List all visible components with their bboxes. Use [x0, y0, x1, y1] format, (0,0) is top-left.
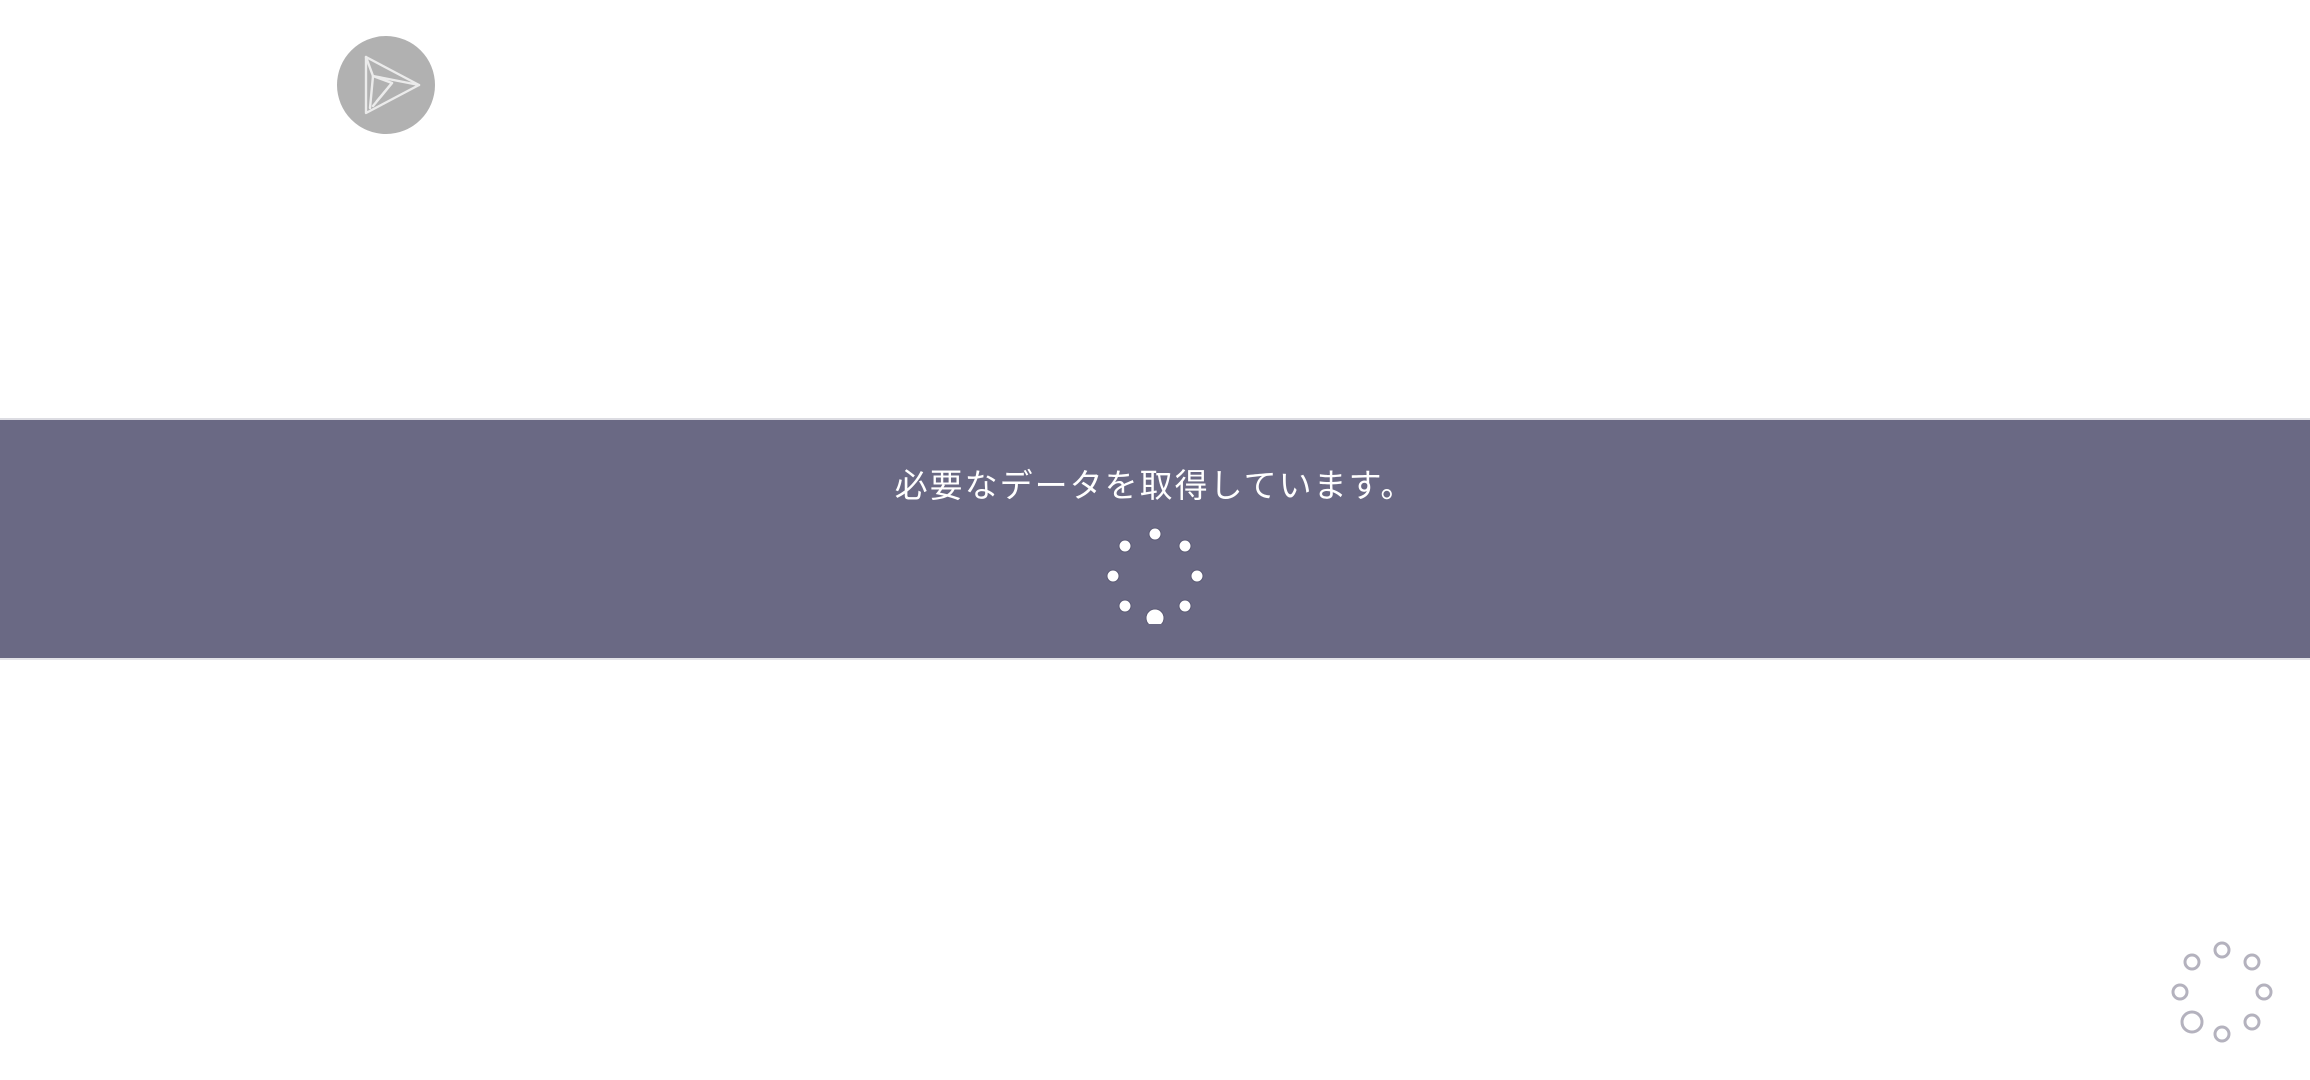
loading-spinner-icon [1106, 527, 1204, 624]
loading-banner: 必要なデータを取得しています。 [0, 418, 2310, 660]
loading-message: 必要なデータを取得しています。 [894, 466, 1416, 505]
loading-screen: 必要なデータを取得しています。 [0, 0, 2310, 1080]
paper-plane-icon [337, 36, 435, 134]
loading-spinner-icon [2171, 941, 2273, 1043]
